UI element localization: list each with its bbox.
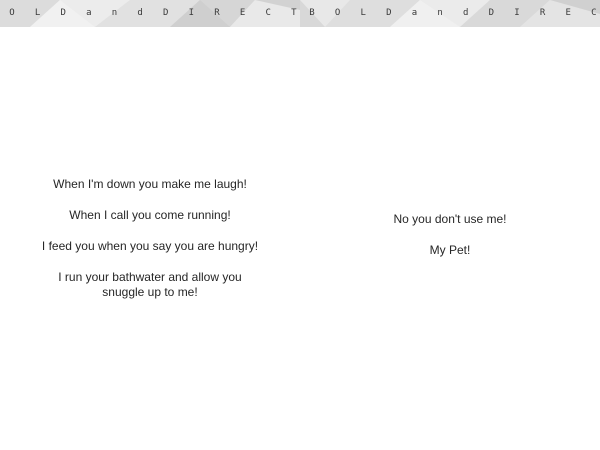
poem-line: I run your bathwater and allow you snugg… (58, 270, 242, 299)
right-banner-lettering: B O L D a n d D I R E C (300, 0, 600, 27)
banner-letter: O (334, 8, 341, 18)
banner-letter: I (188, 8, 195, 18)
banner-letter: n (111, 8, 118, 18)
banner-letter: D (163, 8, 169, 18)
banner-letter: L (360, 8, 366, 18)
right-poem: No you don't use me! My Pet! (300, 212, 600, 274)
banner-letter: D (488, 8, 495, 18)
banner-letter: D (60, 8, 66, 18)
banner-letter: E (239, 8, 246, 18)
banner-letter: B (309, 8, 315, 18)
banner-letter: n (437, 8, 443, 18)
right-page-banner: B O L D a n d D I R E C (300, 0, 600, 27)
banner-letter: O (9, 8, 15, 18)
banner-letter: d (463, 8, 469, 18)
banner-letter: I (514, 8, 520, 18)
poem-line: I feed you when you say you are hungry! (41, 239, 259, 253)
banner-letter: T (291, 8, 297, 18)
book-spread: O L D a n d D I R E C T When I'm down yo… (0, 0, 600, 450)
right-page: B O L D a n d D I R E C No you don't use… (300, 0, 600, 450)
left-page: O L D a n d D I R E C T When I'm down yo… (0, 0, 300, 450)
poem-line: When I'm down you make me laugh! (53, 177, 247, 191)
banner-letter: R (214, 8, 220, 18)
banner-letter: E (565, 8, 571, 18)
poem-line: When I call you come running! (69, 208, 231, 222)
poem-line: No you don't use me! (393, 212, 507, 226)
banner-letter: d (137, 8, 143, 18)
left-poem: When I'm down you make me laugh! When I … (0, 177, 300, 316)
banner-letter: C (265, 8, 271, 18)
banner-letter: C (591, 8, 597, 18)
poem-line: My Pet! (429, 243, 471, 257)
left-page-banner: O L D a n d D I R E C T (0, 0, 300, 27)
banner-letter: L (34, 8, 41, 18)
banner-letter: a (411, 8, 418, 18)
banner-letter: D (386, 8, 392, 18)
left-banner-lettering: O L D a n d D I R E C T (0, 0, 300, 27)
banner-letter: a (86, 8, 92, 18)
banner-letter: R (539, 8, 546, 18)
